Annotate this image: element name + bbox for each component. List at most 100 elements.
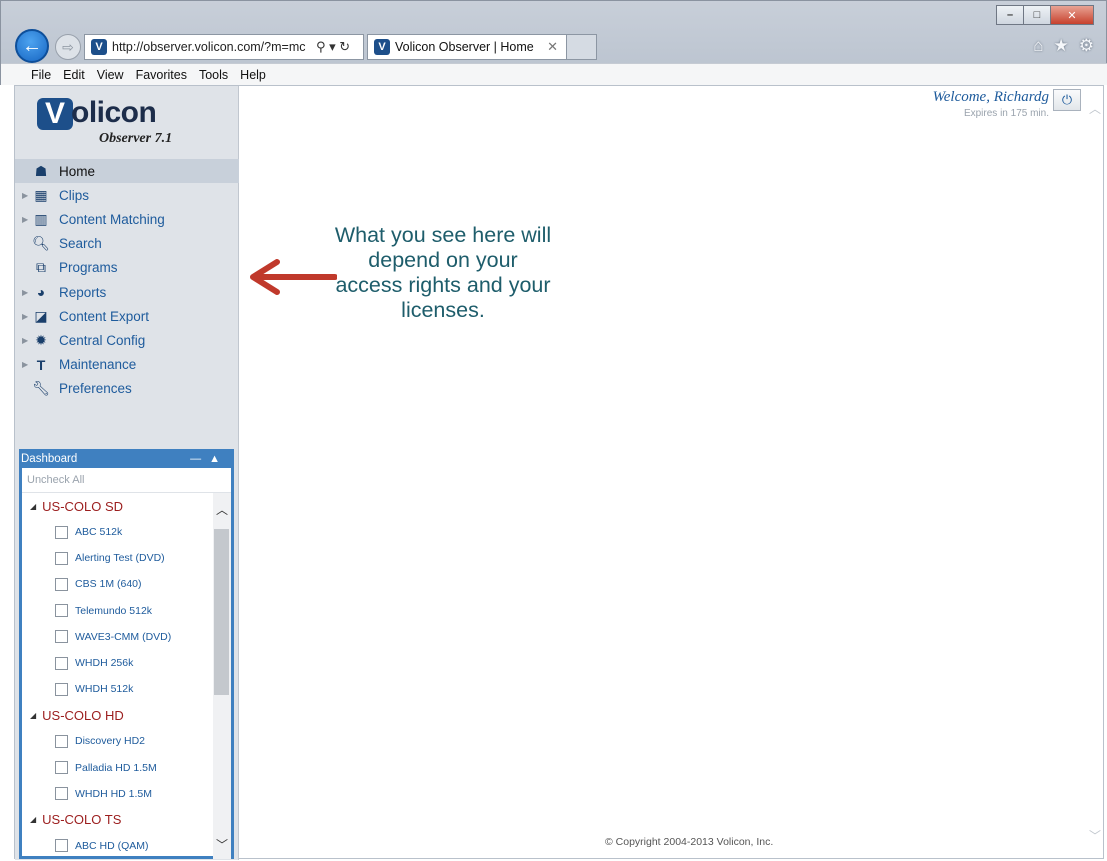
collapse-triangle-icon[interactable]: ◢ bbox=[30, 502, 36, 511]
home-icon[interactable]: ⌂ bbox=[1033, 36, 1043, 56]
channel-label[interactable]: WHDH HD 1.5M bbox=[75, 788, 152, 800]
home-icon: ☗ bbox=[34, 162, 48, 179]
sidebar-item-maintenance[interactable]: ▶ T Maintenance bbox=[15, 353, 239, 377]
expand-arrow-icon[interactable]: ▶ bbox=[22, 191, 28, 200]
channel-item[interactable]: CBS 1M (640) bbox=[22, 571, 215, 597]
close-window-button[interactable]: ✕ bbox=[1050, 5, 1094, 25]
expand-arrow-icon[interactable]: ▶ bbox=[22, 336, 28, 345]
pie-chart-icon: ◕ bbox=[36, 284, 46, 301]
sidebar-item-central-config[interactable]: ▶ ✹ Central Config bbox=[15, 328, 239, 352]
channel-item[interactable]: WAVE3-CMM (DVD) bbox=[22, 624, 215, 650]
refresh-icon[interactable]: ↻ bbox=[339, 39, 350, 54]
channel-label[interactable]: ABC HD (QAM) bbox=[75, 840, 149, 852]
forward-arrow-icon: ⇨ bbox=[62, 38, 74, 55]
sidebar-item-preferences[interactable]: 🔧︎ Preferences bbox=[15, 377, 239, 401]
content-matching-icon: ▥ bbox=[34, 210, 48, 227]
menu-tools[interactable]: Tools bbox=[199, 68, 228, 82]
menu-file[interactable]: File bbox=[31, 68, 51, 82]
sidebar-item-programs[interactable]: ⧉ Programs bbox=[15, 256, 239, 280]
channel-item[interactable]: Palladia HD 1.5M bbox=[22, 755, 215, 781]
address-text[interactable]: http://observer.volicon.com/?m=mc bbox=[112, 40, 312, 54]
channel-item[interactable]: WHDH 256k bbox=[22, 650, 215, 676]
address-bar[interactable]: V http://observer.volicon.com/?m=mc ⚲ ▾ … bbox=[84, 34, 364, 60]
scrollbar-thumb[interactable] bbox=[214, 529, 229, 695]
forward-button[interactable]: ⇨ bbox=[55, 34, 81, 60]
minimize-button[interactable]: – bbox=[996, 5, 1024, 25]
channel-label[interactable]: Alerting Test (DVD) bbox=[75, 552, 165, 564]
expand-arrow-icon[interactable]: ▶ bbox=[22, 215, 28, 224]
logo-subtitle: Observer 7.1 bbox=[99, 131, 173, 146]
sidebar-item-content-matching[interactable]: ▶ ▥ Content Matching bbox=[15, 207, 239, 231]
group-header[interactable]: ◢ US-COLO HD bbox=[22, 702, 215, 728]
channel-checkbox[interactable] bbox=[55, 839, 68, 853]
tab-close-icon[interactable]: ✕ bbox=[547, 39, 558, 55]
sidebar-item-clips[interactable]: ▶ ▦ Clips bbox=[15, 183, 239, 207]
channel-item[interactable]: ABC 512k bbox=[22, 519, 215, 545]
expand-arrow-icon[interactable]: ▶ bbox=[22, 312, 28, 321]
channel-checkbox[interactable] bbox=[55, 787, 68, 801]
sidebar-item-content-export[interactable]: ▶ ◪ Content Export bbox=[15, 304, 239, 328]
channel-item[interactable]: Telemundo 512k bbox=[22, 598, 215, 624]
sidebar-item-reports[interactable]: ▶ ◕ Reports bbox=[15, 280, 239, 304]
channel-checkbox[interactable] bbox=[55, 734, 68, 748]
collapse-up-icon[interactable]: ▲ bbox=[209, 453, 228, 465]
scroll-down-icon[interactable]: ﹀ bbox=[216, 836, 228, 853]
expand-arrow-icon[interactable]: ▶ bbox=[22, 360, 28, 369]
menu-view[interactable]: View bbox=[97, 68, 124, 82]
sidebar-item-home[interactable]: ☗ Home bbox=[15, 159, 239, 184]
menu-favorites[interactable]: Favorites bbox=[136, 68, 187, 82]
favorites-star-icon[interactable]: ★ bbox=[1054, 36, 1069, 56]
scroll-up-icon[interactable]: ︿ bbox=[216, 501, 228, 518]
group-header[interactable]: ◢ US-COLO SD bbox=[22, 493, 215, 519]
channel-label[interactable]: Telemundo 512k bbox=[75, 605, 152, 617]
logout-button[interactable]: ⏻ bbox=[1053, 89, 1081, 111]
main-scrollbar[interactable]: ︿ ﹀ bbox=[1085, 86, 1103, 858]
sidebar-item-search[interactable]: 🔍︎ Search bbox=[15, 232, 239, 256]
collapse-triangle-icon[interactable]: ◢ bbox=[30, 815, 36, 824]
channel-label[interactable]: CBS 1M (640) bbox=[75, 578, 142, 590]
new-tab-button[interactable] bbox=[567, 34, 597, 60]
browser-tab[interactable]: V Volicon Observer | Home ✕ bbox=[367, 34, 567, 60]
dashboard-scrollbar[interactable]: ︿ ﹀ bbox=[213, 493, 231, 859]
sidebar-item-label: Clips bbox=[59, 187, 90, 203]
channel-checkbox[interactable] bbox=[55, 551, 68, 565]
channel-item[interactable]: WHDH HD 1.5M bbox=[22, 781, 215, 807]
channel-checkbox[interactable] bbox=[55, 656, 68, 670]
channel-item[interactable]: Discovery HD2 bbox=[22, 728, 215, 754]
channel-label[interactable]: Palladia HD 1.5M bbox=[75, 762, 157, 774]
group-header[interactable]: ◢ US-COLO TS bbox=[22, 807, 215, 833]
channel-label[interactable]: ABC 512k bbox=[75, 526, 122, 538]
address-tools[interactable]: ⚲ ▾ ↻ bbox=[316, 39, 350, 55]
channel-checkbox[interactable] bbox=[55, 682, 68, 696]
channel-item[interactable]: ABC HD (QAM) bbox=[22, 833, 215, 859]
window-controls: – □ ✕ bbox=[996, 5, 1094, 25]
channel-checkbox[interactable] bbox=[55, 604, 68, 618]
menu-edit[interactable]: Edit bbox=[63, 68, 85, 82]
channel-checkbox[interactable] bbox=[55, 761, 68, 775]
settings-gear-icon[interactable]: ⚙ bbox=[1079, 36, 1094, 56]
minimize-icon[interactable]: — bbox=[190, 453, 209, 465]
channel-label[interactable]: Discovery HD2 bbox=[75, 735, 145, 747]
session-expires: Expires in 175 min. bbox=[963, 108, 1049, 119]
channel-checkbox[interactable] bbox=[55, 525, 68, 539]
channel-checkbox[interactable] bbox=[55, 577, 68, 591]
maximize-button[interactable]: □ bbox=[1023, 5, 1051, 25]
sidebar-item-label: Programs bbox=[59, 260, 118, 276]
scroll-up-icon[interactable]: ︿ bbox=[1089, 100, 1101, 117]
channel-label[interactable]: WHDH 512k bbox=[75, 683, 133, 695]
channel-item[interactable]: WHDH 512k bbox=[22, 676, 215, 702]
uncheck-all-link[interactable]: Uncheck All bbox=[22, 468, 231, 493]
menu-help[interactable]: Help bbox=[240, 68, 266, 82]
search-icon[interactable]: ⚲ bbox=[316, 39, 326, 54]
collapse-triangle-icon[interactable]: ◢ bbox=[30, 711, 36, 720]
logo-word: olicon bbox=[71, 96, 157, 129]
logo-mark: V bbox=[37, 97, 73, 130]
clapperboard-icon: ◪ bbox=[34, 307, 48, 324]
channel-item[interactable]: Alerting Test (DVD) bbox=[22, 545, 215, 571]
channel-label[interactable]: WAVE3-CMM (DVD) bbox=[75, 631, 171, 643]
scroll-down-icon[interactable]: ﹀ bbox=[1089, 827, 1101, 844]
channel-label[interactable]: WHDH 256k bbox=[75, 657, 133, 669]
expand-arrow-icon[interactable]: ▶ bbox=[22, 288, 28, 297]
back-button[interactable]: ← bbox=[15, 29, 49, 63]
channel-checkbox[interactable] bbox=[55, 630, 68, 644]
